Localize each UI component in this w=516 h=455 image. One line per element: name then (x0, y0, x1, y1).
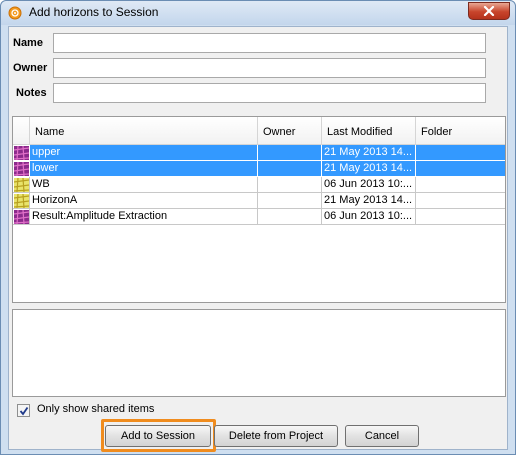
cell-icon (13, 177, 30, 193)
cell-owner (258, 209, 322, 225)
cell-name: HorizonA (30, 193, 258, 209)
cell-last-modified: 21 May 2013 14... (322, 161, 416, 177)
table-row[interactable]: lower 21 May 2013 14... (13, 161, 505, 177)
horizon-yellow-icon (14, 178, 29, 192)
horizon-purple-icon (14, 146, 29, 160)
cell-icon (13, 161, 30, 177)
title-bar[interactable]: Add horizons to Session (1, 1, 515, 25)
details-panel (12, 309, 506, 397)
dialog-title: Add horizons to Session (29, 5, 159, 19)
cell-name: lower (30, 161, 258, 177)
close-button[interactable] (468, 2, 510, 20)
table-row[interactable]: HorizonA 21 May 2013 14... (13, 193, 505, 209)
cell-last-modified: 21 May 2013 14... (322, 145, 416, 161)
cell-owner (258, 161, 322, 177)
close-icon (483, 6, 495, 16)
table-row[interactable]: WB 06 Jun 2013 10:... (13, 177, 505, 193)
cell-folder (416, 145, 505, 161)
cell-folder (416, 177, 505, 193)
cell-owner (258, 177, 322, 193)
cell-owner (258, 145, 322, 161)
delete-from-project-button[interactable]: Delete from Project (214, 425, 338, 447)
column-header-last-modified[interactable]: Last Modified (322, 117, 416, 145)
shared-items-label: Only show shared items (37, 403, 155, 415)
cell-name: WB (30, 177, 258, 193)
column-header-owner[interactable]: Owner (258, 117, 322, 145)
name-input[interactable] (53, 33, 486, 53)
dialog-window: Add horizons to Session Name Owner Notes… (0, 0, 516, 455)
column-header-name[interactable]: Name (30, 117, 258, 145)
cell-icon (13, 145, 30, 161)
cell-name: Result:Amplitude Extraction (30, 209, 258, 225)
column-header-folder[interactable]: Folder (416, 117, 505, 145)
cell-owner (258, 193, 322, 209)
table-header: Name Owner Last Modified Folder (13, 117, 505, 145)
cell-last-modified: 06 Jun 2013 10:... (322, 177, 416, 193)
table-row[interactable]: upper 21 May 2013 14... (13, 145, 505, 161)
add-to-session-button[interactable]: Add to Session (105, 425, 211, 447)
horizon-purple-icon (14, 210, 29, 224)
horizon-purple-icon (14, 162, 29, 176)
owner-input[interactable] (53, 58, 486, 78)
app-logo-icon (8, 6, 22, 20)
cancel-button[interactable]: Cancel (345, 425, 419, 447)
cell-folder (416, 209, 505, 225)
notes-label: Notes (16, 87, 47, 99)
cell-icon (13, 209, 30, 225)
cell-folder (416, 193, 505, 209)
horizons-table[interactable]: Name Owner Last Modified Folder upper 21 … (12, 116, 506, 303)
cell-last-modified: 21 May 2013 14... (322, 193, 416, 209)
notes-input[interactable] (53, 83, 486, 103)
name-label: Name (13, 37, 43, 49)
shared-items-checkbox[interactable] (17, 404, 30, 417)
owner-label: Owner (13, 62, 48, 74)
cell-name: upper (30, 145, 258, 161)
checkmark-icon (19, 406, 28, 415)
dialog-body: Name Owner Notes Name Owner Last Modifie… (8, 26, 508, 452)
table-row[interactable]: Result:Amplitude Extraction 06 Jun 2013 1… (13, 209, 505, 225)
cell-icon (13, 193, 30, 209)
cell-folder (416, 161, 505, 177)
horizon-yellow-icon (14, 194, 29, 208)
icon-column-header (13, 117, 30, 145)
cell-last-modified: 06 Jun 2013 10:... (322, 209, 416, 225)
